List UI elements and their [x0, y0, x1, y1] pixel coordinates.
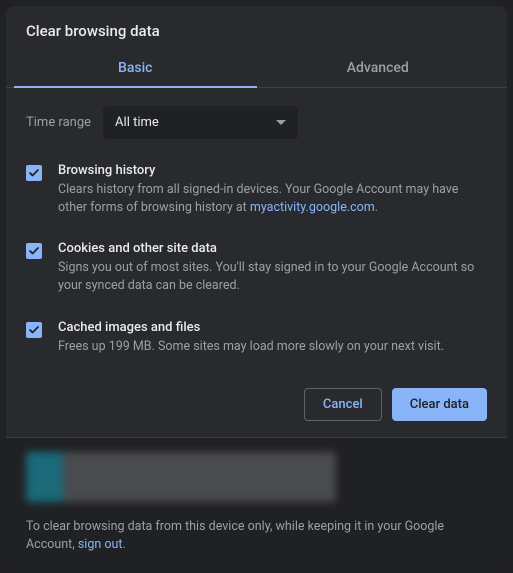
time-range-row: Time range All time — [6, 88, 507, 153]
account-info-redacted — [26, 452, 336, 502]
button-row: Cancel Clear data — [6, 370, 507, 437]
tab-bar: Basic Advanced — [6, 48, 507, 88]
dialog-title: Clear browsing data — [6, 6, 507, 48]
chevron-down-icon — [276, 115, 286, 130]
tab-basic[interactable]: Basic — [14, 48, 257, 88]
footer: To clear browsing data from this device … — [6, 437, 507, 573]
option-title: Browsing history — [58, 163, 487, 178]
option-description: Frees up 199 MB. Some sites may load mor… — [58, 338, 487, 356]
clear-browsing-data-dialog: Clear browsing data Basic Advanced Time … — [6, 6, 507, 549]
check-icon — [28, 324, 40, 336]
option-title: Cached images and files — [58, 320, 487, 335]
check-icon — [28, 245, 40, 257]
option-description: Clears history from all signed-in device… — [58, 181, 487, 217]
option-description: Signs you out of most sites. You'll stay… — [58, 259, 487, 295]
time-range-label: Time range — [26, 115, 91, 130]
myactivity-link[interactable]: myactivity.google.com — [250, 200, 375, 215]
options-list: Browsing history Clears history from all… — [6, 153, 507, 370]
cancel-button[interactable]: Cancel — [304, 388, 382, 421]
option-cache: Cached images and files Frees up 199 MB.… — [26, 310, 487, 370]
footer-note: To clear browsing data from this device … — [26, 518, 487, 556]
option-browsing-history: Browsing history Clears history from all… — [26, 153, 487, 231]
time-range-select[interactable]: All time — [103, 106, 298, 139]
sign-out-link[interactable]: sign out — [78, 537, 123, 552]
option-title: Cookies and other site data — [58, 241, 487, 256]
time-range-value: All time — [115, 115, 159, 130]
checkbox-cache[interactable] — [26, 322, 42, 338]
tab-advanced[interactable]: Advanced — [257, 48, 500, 87]
checkbox-browsing-history[interactable] — [26, 165, 42, 181]
option-cookies: Cookies and other site data Signs you ou… — [26, 231, 487, 309]
check-icon — [28, 167, 40, 179]
checkbox-cookies[interactable] — [26, 243, 42, 259]
clear-data-button[interactable]: Clear data — [392, 388, 487, 421]
